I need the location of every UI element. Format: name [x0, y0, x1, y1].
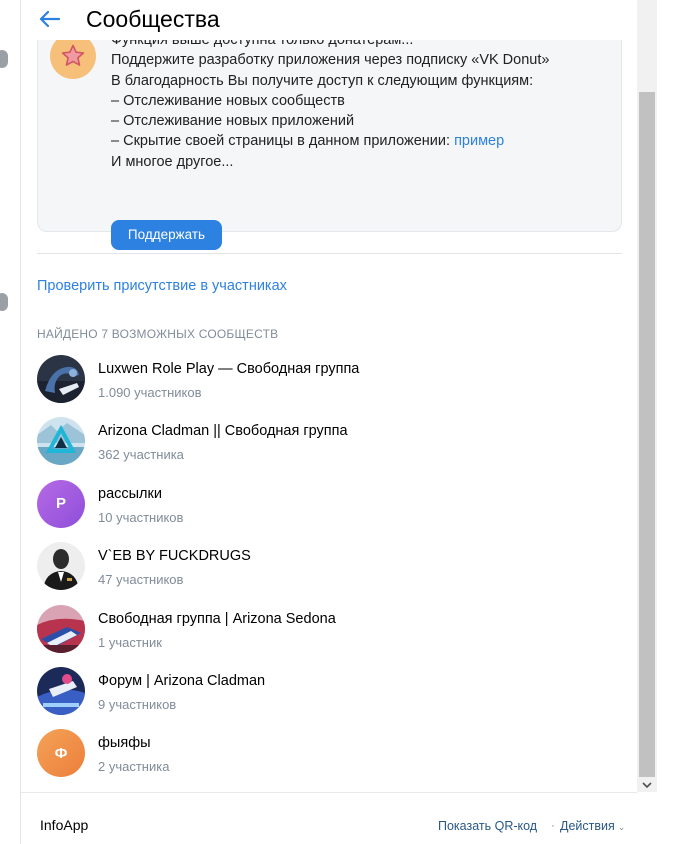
page-title: Сообщества — [86, 6, 220, 32]
header: Сообщества — [21, 0, 637, 40]
divider — [37, 253, 622, 254]
community-avatar — [37, 666, 85, 715]
community-members: 1.090 участников — [98, 385, 202, 400]
avatar-letter: Ф — [54, 744, 68, 762]
community-name: V`EB BY FUCKDRUGS — [98, 548, 251, 565]
donut-line: – Отслеживание новых приложений — [111, 113, 355, 130]
check-membership-link[interactable]: Проверить присутствие в участниках — [37, 278, 287, 294]
footer: InfoApp Показать QR-код · Действия ⌄ — [21, 792, 637, 844]
donut-line: В благодарность Вы получите доступ к сле… — [111, 72, 534, 89]
communities-list: Luxwen Role Play — Свободная группа 1.09… — [21, 346, 637, 783]
community-row[interactable]: Luxwen Role Play — Свободная группа 1.09… — [21, 346, 637, 408]
donut-line-text: – Скрытие своей страницы в данном прилож… — [111, 133, 455, 150]
edge-handle — [0, 293, 8, 311]
community-avatar — [37, 604, 85, 653]
community-row[interactable]: V`EB BY FUCKDRUGS 47 участников — [21, 533, 637, 595]
found-communities-header: НАЙДЕНО 7 ВОЗМОЖНЫХ СООБЩЕСТВ — [37, 327, 279, 341]
community-row[interactable]: Свободная группа | Arizona Sedona 1 учас… — [21, 596, 637, 658]
scrollbar[interactable] — [637, 0, 657, 792]
donut-line: Поддержите разработку приложения через п… — [111, 52, 550, 69]
window-edge-right — [657, 0, 673, 844]
show-qr-link[interactable]: Показать QR-код — [438, 819, 537, 833]
community-row[interactable]: Р рассылки 10 участников — [21, 471, 637, 533]
back-button[interactable] — [35, 6, 63, 32]
communities-panel: Сообщества Функция выше доступна только … — [21, 0, 637, 844]
star-icon — [61, 44, 85, 66]
community-name: Luxwen Role Play — Свободная группа — [98, 361, 360, 377]
window-edge — [0, 0, 20, 844]
community-members: 47 участников — [98, 572, 184, 588]
community-avatar: Р — [37, 479, 85, 528]
community-row[interactable]: Arizona Cladman || Свободная группа 362 … — [21, 408, 637, 470]
donut-line: И многое другое... — [111, 153, 234, 170]
edge-handle — [0, 50, 8, 68]
community-avatar — [37, 542, 85, 591]
donut-line: Функция выше доступна только донатерам..… — [111, 40, 414, 48]
donut-line: – Скрытие своей страницы в данном прилож… — [111, 131, 611, 151]
community-row[interactable]: Форум | Arizona Cladman 9 участников — [21, 658, 637, 720]
community-members: 362 участника — [98, 447, 184, 463]
community-avatar — [37, 417, 85, 466]
example-link[interactable]: пример — [454, 133, 504, 149]
donate-button[interactable]: Поддержать — [111, 220, 222, 250]
community-members: 1 участник — [98, 634, 162, 650]
community-name: Arizona Cladman || Свободная группа — [98, 423, 348, 440]
content-area: Функция выше доступна только донатерам..… — [21, 40, 637, 792]
community-members: 9 участников — [98, 696, 177, 712]
community-members: 10 участников — [98, 509, 184, 525]
donut-card: Функция выше доступна только донатерам..… — [37, 40, 622, 250]
star-badge — [50, 40, 96, 79]
actions-menu[interactable]: Действия ⌄ — [560, 819, 625, 833]
scrollbar-thumb[interactable] — [639, 92, 655, 777]
community-row[interactable]: Ф фыяфы 2 участника — [21, 720, 637, 782]
app-name: InfoApp — [40, 817, 89, 833]
community-members: 2 участника — [98, 759, 170, 775]
community-name: Свободная группа | Arizona Sedona — [98, 610, 336, 627]
community-name: Форум | Arizona Cladman — [98, 672, 266, 689]
actions-label: Действия — [560, 819, 615, 833]
community-name: рассылки — [98, 485, 162, 502]
arrow-left-icon — [39, 10, 60, 28]
chevron-down-icon: ⌄ — [617, 822, 626, 832]
community-avatar — [37, 355, 85, 403]
community-name: фыяфы — [98, 735, 151, 752]
avatar-letter: Р — [55, 495, 66, 513]
community-avatar: Ф — [37, 729, 85, 778]
donut-description: Функция выше доступна только донатерам..… — [111, 40, 611, 172]
chevron-down-icon[interactable] — [641, 780, 653, 790]
footer-separator: · — [551, 818, 555, 832]
donut-line: – Отслеживание новых сообществ — [111, 92, 345, 109]
donate-button-wrap: Поддержать — [111, 220, 222, 250]
